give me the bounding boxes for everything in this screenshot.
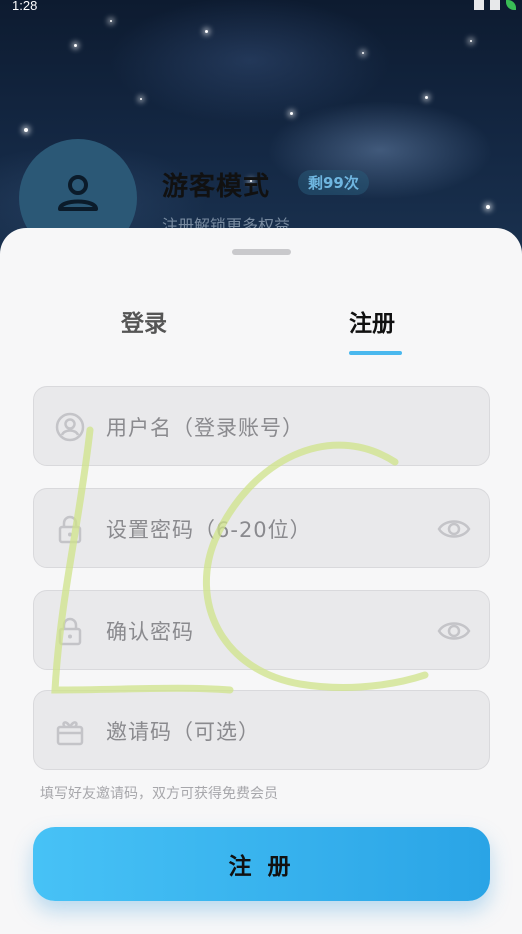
status-time: 1:28: [12, 0, 38, 13]
confirm-password-field[interactable]: 确认密码: [33, 590, 490, 670]
status-bar: 1:28: [0, 0, 522, 16]
sheet-drag-handle[interactable]: [232, 249, 291, 255]
guest-mode-title: 游客模式: [162, 172, 271, 202]
lock-icon: [58, 515, 82, 544]
signal-icon: [474, 0, 484, 10]
eye-icon[interactable]: [437, 515, 471, 543]
password-input[interactable]: 设置密码（6-20位）: [106, 514, 312, 544]
invite-hint-text: 填写好友邀请码，双方可获得免费会员: [40, 786, 278, 802]
tab-login[interactable]: 登录: [121, 304, 167, 338]
invite-code-field[interactable]: 邀请码（可选）: [33, 690, 490, 770]
register-screen: 1:28 游客模式 剩99次 注册解锁更多权益 登录 注册 用户名（登录账号）: [0, 0, 522, 934]
user-icon: [58, 175, 98, 211]
username-input[interactable]: 用户名（登录账号）: [106, 412, 304, 442]
gift-icon: [56, 721, 84, 746]
lock-icon: [58, 617, 82, 646]
active-tab-indicator: [349, 351, 402, 355]
auth-bottom-sheet: 登录 注册 用户名（登录账号） 设置密码（6-20位） 确认密码 邀请码（可选）…: [0, 228, 522, 934]
invite-code-input[interactable]: 邀请码（可选）: [106, 716, 260, 746]
battery-icon: [490, 0, 500, 10]
user-circle-icon: [55, 412, 85, 442]
register-button[interactable]: 注 册: [33, 827, 490, 901]
remaining-count-badge: 剩99次: [298, 170, 369, 195]
tab-register[interactable]: 注册: [349, 304, 395, 338]
eye-icon[interactable]: [437, 617, 471, 645]
confirm-password-input[interactable]: 确认密码: [106, 616, 194, 646]
status-icons: [474, 0, 516, 10]
username-field[interactable]: 用户名（登录账号）: [33, 386, 490, 466]
leaf-icon: [506, 0, 516, 10]
password-field[interactable]: 设置密码（6-20位）: [33, 488, 490, 568]
